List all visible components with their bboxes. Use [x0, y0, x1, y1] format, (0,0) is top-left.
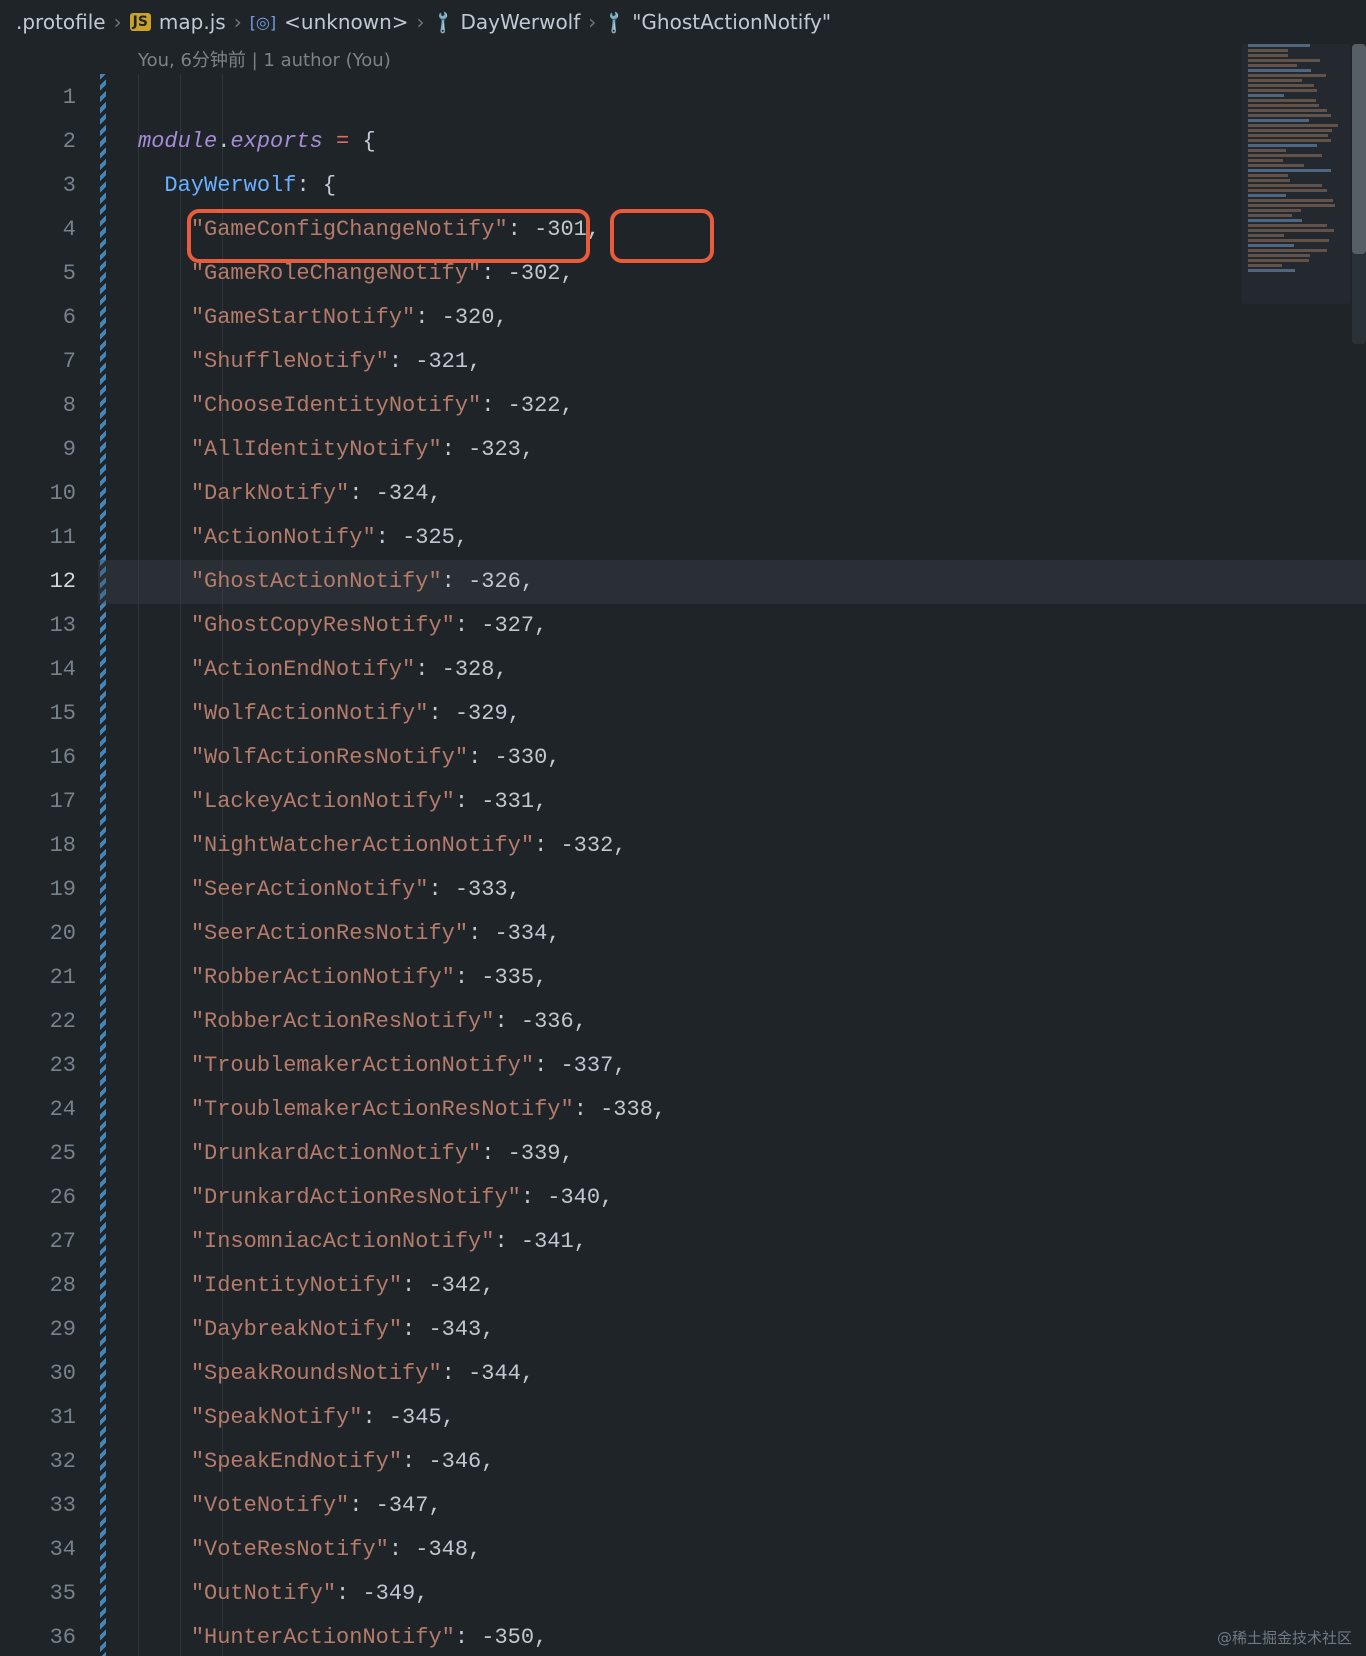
code-line[interactable]: "ActionEndNotify": -328, — [98, 648, 1366, 692]
code-line[interactable]: module.exports = { — [98, 120, 1366, 164]
code-line[interactable]: "TroublemakerActionNotify": -337, — [98, 1044, 1366, 1088]
code-line[interactable]: "WolfActionNotify": -329, — [98, 692, 1366, 736]
line-number[interactable]: 14 — [0, 648, 98, 692]
code-line[interactable]: "SpeakRoundsNotify": -344, — [98, 1352, 1366, 1396]
code-line[interactable] — [98, 76, 1366, 120]
code-line[interactable]: "VoteNotify": -347, — [98, 1484, 1366, 1528]
wrench-icon: 🔧 — [600, 8, 628, 36]
code-line[interactable]: "RobberActionResNotify": -336, — [98, 1000, 1366, 1044]
line-number[interactable]: 35 — [0, 1572, 98, 1616]
code-line[interactable]: "AllIdentityNotify": -323, — [98, 428, 1366, 472]
line-number[interactable]: 3 — [0, 164, 98, 208]
breadcrumb-ns[interactable]: <unknown> — [284, 10, 408, 34]
line-number[interactable]: 4 — [0, 208, 98, 252]
code-line[interactable]: "GhostCopyResNotify": -327, — [98, 604, 1366, 648]
code-line[interactable]: "InsomniacActionNotify": -341, — [98, 1220, 1366, 1264]
chevron-right-icon: › — [114, 10, 122, 34]
code-line[interactable]: "SpeakNotify": -345, — [98, 1396, 1366, 1440]
code-line[interactable]: "GameRoleChangeNotify": -302, — [98, 252, 1366, 296]
code-line[interactable]: "DarkNotify": -324, — [98, 472, 1366, 516]
line-number[interactable]: 6 — [0, 296, 98, 340]
chevron-right-icon: › — [234, 10, 242, 34]
line-number[interactable]: 5 — [0, 252, 98, 296]
line-number[interactable]: 27 — [0, 1220, 98, 1264]
line-number[interactable]: 12 — [0, 560, 98, 604]
minimap[interactable] — [1242, 44, 1350, 304]
code-line[interactable]: "OutNotify": -349, — [98, 1572, 1366, 1616]
chevron-right-icon: › — [588, 10, 596, 34]
code-line[interactable]: "DrunkardActionResNotify": -340, — [98, 1176, 1366, 1220]
line-number[interactable]: 1 — [0, 76, 98, 120]
code-line[interactable]: "NightWatcherActionNotify": -332, — [98, 824, 1366, 868]
line-number[interactable]: 23 — [0, 1044, 98, 1088]
code-line[interactable]: "VoteResNotify": -348, — [98, 1528, 1366, 1572]
breadcrumb-leaf[interactable]: "GhostActionNotify" — [632, 10, 831, 34]
breadcrumb-protofile[interactable]: .protofile — [16, 10, 106, 34]
code-line[interactable]: "ActionNotify": -325, — [98, 516, 1366, 560]
line-number[interactable]: 31 — [0, 1396, 98, 1440]
code-line[interactable]: "TroublemakerActionResNotify": -338, — [98, 1088, 1366, 1132]
line-number[interactable]: 17 — [0, 780, 98, 824]
code-line[interactable]: "GameConfigChangeNotify": -301, — [98, 208, 1366, 252]
line-number[interactable]: 26 — [0, 1176, 98, 1220]
codelens-author-info[interactable]: You, 6分钟前 | 1 author (You) — [0, 44, 1366, 74]
line-number[interactable]: 13 — [0, 604, 98, 648]
breadcrumb-object[interactable]: DayWerwolf — [460, 10, 580, 34]
line-number[interactable]: 10 — [0, 472, 98, 516]
code-line[interactable]: "SeerActionResNotify": -334, — [98, 912, 1366, 956]
chevron-right-icon: › — [417, 10, 425, 34]
line-number[interactable]: 15 — [0, 692, 98, 736]
code-line[interactable]: "SeerActionNotify": -333, — [98, 868, 1366, 912]
breadcrumb-file[interactable]: map.js — [159, 10, 226, 34]
line-number[interactable]: 36 — [0, 1616, 98, 1656]
code-line[interactable]: "DaybreakNotify": -343, — [98, 1308, 1366, 1352]
code-line[interactable]: "ChooseIdentityNotify": -322, — [98, 384, 1366, 428]
line-number[interactable]: 21 — [0, 956, 98, 1000]
line-number[interactable]: 7 — [0, 340, 98, 384]
code-line[interactable]: "ShuffleNotify": -321, — [98, 340, 1366, 384]
code-line[interactable]: "GameStartNotify": -320, — [98, 296, 1366, 340]
code-line[interactable]: "IdentityNotify": -342, — [98, 1264, 1366, 1308]
line-number[interactable]: 22 — [0, 1000, 98, 1044]
line-number[interactable]: 24 — [0, 1088, 98, 1132]
line-number-gutter[interactable]: 1234567891011121314151617181920212223242… — [0, 74, 98, 1656]
watermark-text: @稀土掘金技术社区 — [1217, 1627, 1352, 1648]
line-number[interactable]: 9 — [0, 428, 98, 472]
file-js-icon: JS — [130, 13, 151, 31]
breadcrumb[interactable]: .protofile › JS map.js › [◎] <unknown> ›… — [0, 0, 1366, 44]
code-line[interactable]: DayWerwolf: { — [98, 164, 1366, 208]
code-line[interactable]: "HunterActionNotify": -350, — [98, 1616, 1366, 1656]
line-number[interactable]: 25 — [0, 1132, 98, 1176]
code-line[interactable]: "RobberActionNotify": -335, — [98, 956, 1366, 1000]
line-number[interactable]: 18 — [0, 824, 98, 868]
code-line[interactable]: "LackeyActionNotify": -331, — [98, 780, 1366, 824]
line-number[interactable]: 34 — [0, 1528, 98, 1572]
wrench-icon: 🔧 — [429, 8, 457, 36]
line-number[interactable]: 30 — [0, 1352, 98, 1396]
line-number[interactable]: 11 — [0, 516, 98, 560]
line-number[interactable]: 16 — [0, 736, 98, 780]
code-editor[interactable]: 1234567891011121314151617181920212223242… — [0, 74, 1366, 1656]
code-line[interactable]: "WolfActionResNotify": -330, — [98, 736, 1366, 780]
code-line[interactable]: "GhostActionNotify": -326, — [98, 560, 1366, 604]
code-line[interactable]: "DrunkardActionNotify": -339, — [98, 1132, 1366, 1176]
code-line[interactable]: "SpeakEndNotify": -346, — [98, 1440, 1366, 1484]
vertical-scrollbar[interactable] — [1352, 44, 1366, 344]
line-number[interactable]: 2 — [0, 120, 98, 164]
line-number[interactable]: 29 — [0, 1308, 98, 1352]
line-number[interactable]: 28 — [0, 1264, 98, 1308]
scrollbar-thumb[interactable] — [1352, 44, 1366, 254]
namespace-icon: [◎] — [250, 13, 276, 32]
line-number[interactable]: 19 — [0, 868, 98, 912]
line-number[interactable]: 32 — [0, 1440, 98, 1484]
line-number[interactable]: 33 — [0, 1484, 98, 1528]
line-number[interactable]: 20 — [0, 912, 98, 956]
code-area[interactable]: module.exports = { DayWerwolf: { "GameCo… — [98, 74, 1366, 1656]
line-number[interactable]: 8 — [0, 384, 98, 428]
